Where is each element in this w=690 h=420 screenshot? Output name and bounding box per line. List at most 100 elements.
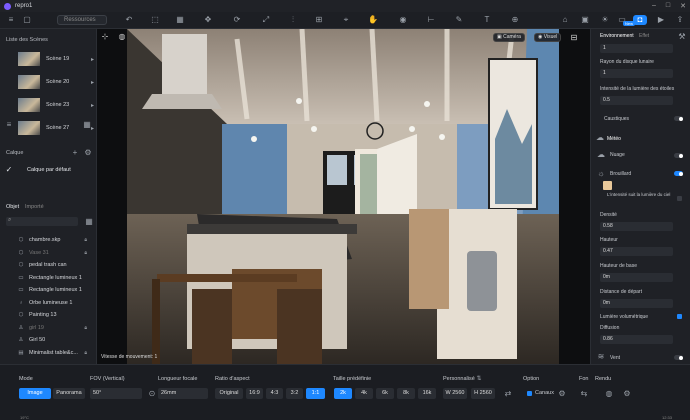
height-field[interactable]: 0.47 — [600, 247, 673, 256]
snap-icon[interactable]: ⌖ — [341, 15, 351, 25]
size-preset-button[interactable]: 2k — [334, 388, 352, 399]
visual-dropdown[interactable]: ◉ Visuel — [534, 33, 562, 42]
diffusion-field[interactable]: 0.86 — [600, 335, 673, 344]
place-icon[interactable]: ⊞ — [314, 15, 324, 25]
video-camera-icon[interactable]: ▸ — [91, 102, 94, 109]
object-list-item[interactable]: ♙ girl 19 🔒︎ — [17, 323, 87, 333]
render-preview[interactable] — [127, 29, 559, 364]
settings-icon[interactable]: ⚙ — [557, 389, 567, 399]
viewport[interactable]: ⊹ ◍ ▣ Caméra ◉ Visuel ⊟ Vitesse de mouve… — [97, 29, 590, 364]
axis-icon[interactable]: ⊹ — [100, 32, 110, 42]
object-list-item[interactable]: ▭ Rectangle lumineux 1 — [17, 285, 87, 295]
lock-icon[interactable]: 🔒︎ — [84, 237, 87, 243]
tab-imported[interactable]: Importé — [25, 204, 44, 210]
object-list-item[interactable]: ⬡ pedal trash can — [17, 260, 87, 270]
box-icon[interactable]: ▢ — [22, 15, 32, 25]
transfer-icon[interactable]: ⇆ — [579, 389, 589, 399]
tab-effects[interactable]: Effet — [639, 33, 649, 39]
volumetric-checkbox[interactable] — [677, 314, 682, 319]
size-preset-button[interactable]: 4k — [355, 388, 373, 399]
fog-color-swatch[interactable] — [603, 181, 612, 190]
object-list-item[interactable]: ⬡ Vase 31 🔒︎ — [17, 248, 87, 258]
object-list-item[interactable]: ▭ Rectangle lumineux 1 — [17, 273, 87, 283]
lock-icon[interactable]: ⊕ — [510, 15, 520, 25]
density-field[interactable]: 0.58 — [600, 222, 673, 231]
ratio-button[interactable]: 4:3 — [266, 388, 283, 399]
swap-icon[interactable]: ⇅ — [474, 374, 484, 384]
fov-field[interactable]: 50° — [90, 388, 142, 399]
camera-view-icon[interactable]: ▣ — [580, 15, 590, 25]
scene-item[interactable]: Scène 20 ▸ — [18, 75, 94, 89]
hand-icon[interactable]: ✋ — [368, 15, 378, 25]
object-list-item[interactable]: ⬡ Painting 13 — [17, 310, 87, 320]
list-icon[interactable]: ≡ — [4, 120, 14, 130]
base-height-field[interactable]: 0m — [600, 273, 673, 282]
object-list-item[interactable]: ♙ Girl 50 — [17, 335, 87, 345]
stars-field[interactable]: 0.5 — [600, 96, 673, 105]
aperture-icon[interactable]: ⊙ — [147, 389, 157, 399]
ratio-button[interactable]: 3:2 — [286, 388, 303, 399]
link-icon[interactable]: ⇄ — [503, 389, 513, 399]
layer-default[interactable]: Calque par défaut — [27, 167, 71, 173]
globe-icon[interactable]: ◍ — [117, 32, 127, 42]
minimize-icon[interactable]: – — [652, 2, 656, 10]
brush-icon[interactable]: ✎ — [454, 15, 464, 25]
text-icon[interactable]: T — [482, 15, 492, 25]
camera-icon[interactable]: ◍ — [604, 389, 614, 399]
tab-environment[interactable]: Environnement — [600, 33, 634, 39]
cloud-toggle[interactable] — [674, 153, 683, 158]
ratio-button[interactable]: 1:1 — [306, 388, 325, 399]
ratio-button[interactable]: Original — [215, 388, 243, 399]
caustics-toggle[interactable] — [674, 116, 683, 121]
size-preset-button[interactable]: 8k — [397, 388, 415, 399]
lock-icon[interactable]: 🔒︎ — [84, 325, 87, 331]
render-settings-icon[interactable]: ⚙ — [622, 389, 632, 399]
start-distance-field[interactable]: 0m — [600, 299, 673, 308]
ratio-button[interactable]: 16:9 — [246, 388, 263, 399]
align-icon[interactable]: ⫶ — [288, 15, 298, 25]
search-input[interactable]: Ressources — [57, 15, 107, 25]
channels-checkbox[interactable] — [527, 391, 532, 396]
lock-icon[interactable]: 🔒︎ — [84, 350, 87, 356]
eye-icon[interactable]: ◉ — [398, 15, 408, 25]
fog-toggle[interactable] — [674, 171, 683, 176]
object-search-input[interactable]: ⌕ — [6, 217, 78, 226]
grid-icon[interactable]: ▦ — [175, 15, 185, 25]
focal-field[interactable]: 26mm — [158, 388, 208, 399]
undo-icon[interactable]: ↶ — [124, 15, 134, 25]
top-field[interactable]: 1 — [600, 44, 673, 53]
render-camera-icon[interactable]: ◘ — [633, 15, 647, 25]
video-icon[interactable]: ▶ — [656, 15, 666, 25]
scale-icon[interactable]: ⤢ — [261, 15, 271, 25]
moon-radius-field[interactable]: 1 — [600, 69, 673, 78]
object-list-item[interactable]: ⬡ chambre.skp 🔒︎ — [17, 235, 87, 245]
size-preset-button[interactable]: 16k — [418, 388, 436, 399]
add-layer-icon[interactable]: + — [70, 148, 80, 158]
filter-icon[interactable]: ▦ — [84, 217, 94, 227]
light-icon[interactable]: ☀ — [600, 15, 610, 25]
rotate-icon[interactable]: ⟳ — [232, 15, 242, 25]
object-list-item[interactable]: ♁ Orbe lumineuse 1 — [17, 298, 87, 308]
magic-wand-icon[interactable]: ⚒ — [677, 32, 687, 42]
height-field[interactable]: H 2560 — [471, 388, 495, 399]
scene-item[interactable]: Scène 19 ▸ — [18, 52, 94, 66]
menu-icon[interactable]: ≡ — [6, 15, 16, 25]
grid-view-icon[interactable]: ▦ — [82, 120, 92, 130]
video-camera-icon[interactable]: ▸ — [91, 56, 94, 63]
lock-icon[interactable]: 🔒︎ — [84, 250, 87, 256]
camera-dropdown[interactable]: ▣ Caméra — [493, 33, 525, 42]
settings-icon[interactable]: ⚙ — [83, 148, 93, 158]
export-icon[interactable]: ⇪ — [675, 15, 685, 25]
mode-image-button[interactable]: Image — [19, 388, 51, 399]
maximize-icon[interactable]: □ — [666, 2, 670, 10]
fog-follow-checkbox[interactable] — [677, 196, 682, 201]
width-field[interactable]: W 2560 — [443, 388, 467, 399]
wind-toggle[interactable] — [674, 355, 683, 360]
video-camera-icon[interactable]: ▸ — [91, 79, 94, 86]
move-icon[interactable]: ✥ — [203, 15, 213, 25]
object-list-item[interactable]: ▤ Minimalist table&c... 🔒︎ — [17, 348, 87, 358]
close-icon[interactable]: ✕ — [680, 2, 686, 10]
measure-icon[interactable]: ⊢ — [426, 15, 436, 25]
hide-panels-icon[interactable]: ⊟ — [569, 33, 579, 43]
mode-panorama-button[interactable]: Panorama — [53, 388, 85, 399]
